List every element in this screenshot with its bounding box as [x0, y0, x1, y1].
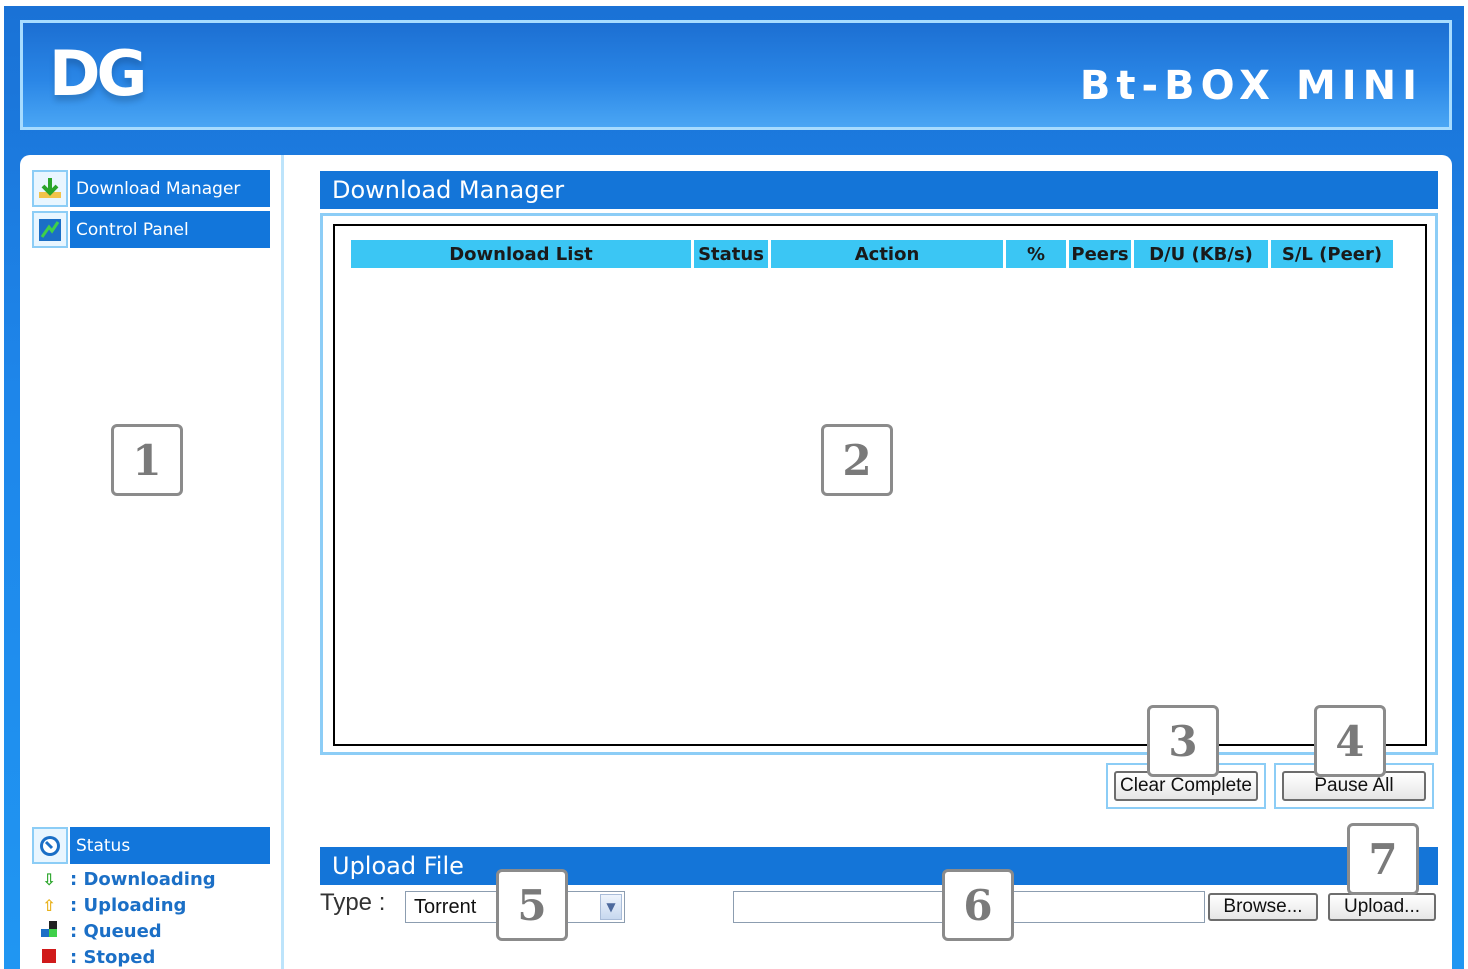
sidebar: Download Manager Control Panel Status ⇩ … [20, 155, 284, 969]
browse-button[interactable]: Browse... [1208, 893, 1318, 921]
callout-badge: 4 [1314, 705, 1386, 777]
col-percent[interactable]: % [1006, 240, 1066, 268]
sidebar-item-control-panel[interactable]: Control Panel [32, 211, 270, 248]
sidebar-item-label: Download Manager [70, 170, 270, 207]
upload-file-title: Upload File [320, 847, 1438, 885]
col-action[interactable]: Action [771, 240, 1003, 268]
type-label: Type : [320, 889, 386, 916]
queued-icon [38, 921, 60, 941]
status-title: Status [70, 827, 270, 864]
callout-badge: 6 [942, 869, 1014, 941]
down-arrow-icon: ⇩ [42, 869, 56, 889]
stop-icon [38, 948, 60, 967]
col-peers[interactable]: Peers [1069, 240, 1131, 268]
col-download-list[interactable]: Download List [351, 240, 691, 268]
legend-label: : Queued [70, 920, 162, 942]
col-status[interactable]: Status [694, 240, 768, 268]
col-du-rate[interactable]: D/U (KB/s) [1134, 240, 1268, 268]
chevron-down-icon[interactable]: ▼ [600, 894, 622, 920]
callout-badge: 1 [111, 424, 183, 496]
callout-badge: 7 [1347, 823, 1419, 895]
legend-queued: : Queued [38, 919, 162, 943]
legend-uploading: ⇧ : Uploading [38, 893, 186, 917]
legend-label: : Uploading [70, 894, 187, 916]
sidebar-item-label: Control Panel [70, 211, 270, 248]
callout-badge: 3 [1147, 705, 1219, 777]
control-panel-icon [32, 211, 68, 248]
status-header: Status [32, 827, 270, 864]
header-banner: DG Bt-BOX MINI [20, 20, 1452, 130]
status-gauge-icon [32, 827, 68, 864]
callout-badge: 2 [821, 424, 893, 496]
sidebar-item-download-manager[interactable]: Download Manager [32, 170, 270, 207]
btbox-mini-logo: Bt-BOX MINI [1079, 63, 1423, 109]
legend-label: : Stoped [70, 946, 156, 968]
callout-badge: 5 [496, 869, 568, 941]
download-manager-title: Download Manager [320, 171, 1438, 209]
up-arrow-icon: ⇧ [42, 895, 56, 915]
col-sl-peer[interactable]: S/L (Peer) [1271, 240, 1393, 268]
dg-logo: DG [49, 37, 147, 110]
legend-label: : Downloading [70, 868, 216, 890]
legend-stopped: : Stoped [38, 945, 155, 969]
download-list-header: Download List Status Action % Peers D/U … [351, 240, 1396, 268]
content-area: Download Manager Control Panel Status ⇩ … [20, 155, 1452, 969]
upload-button[interactable]: Upload... [1328, 893, 1436, 921]
legend-downloading: ⇩ : Downloading [38, 867, 216, 891]
download-arrow-icon [32, 170, 68, 207]
